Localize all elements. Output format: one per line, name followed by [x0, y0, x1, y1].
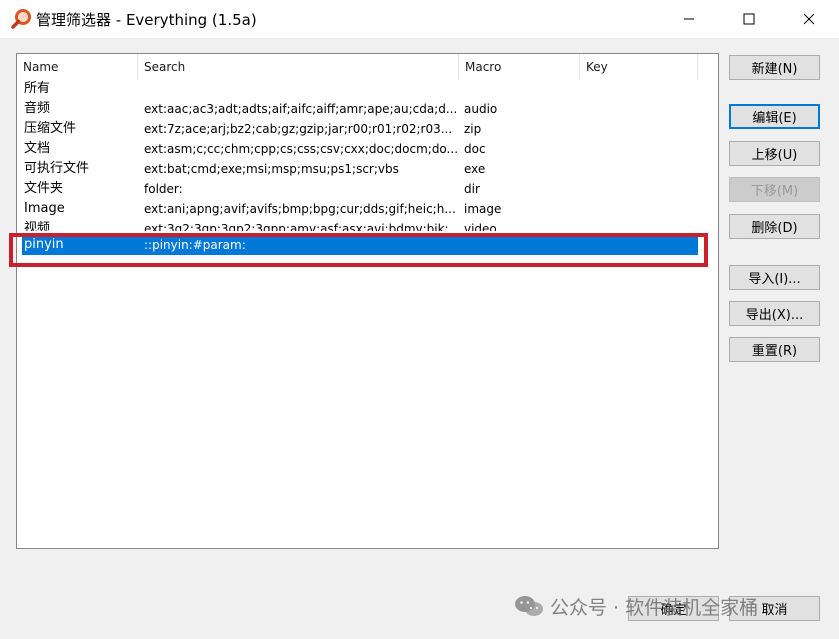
row-search: ext:ani;apng;avif;avifs;bmp;bpg;cur;dds;… — [144, 202, 456, 216]
list-item-selected[interactable]: pinyin ::pinyin:#param: — [22, 235, 698, 255]
row-name: pinyin — [24, 237, 64, 252]
row-name: 压缩文件 — [24, 121, 77, 136]
row-search: ext:7z;ace;arj;bz2;cab;gz;gzip;jar;r00;r… — [144, 122, 453, 136]
list-item[interactable]: 视频 ext:3g2;3gp;3gp2;3gpp;amv;asf;asx;avi… — [17, 219, 718, 231]
export-button[interactable]: 导出(X)... — [729, 301, 820, 326]
row-macro: zip — [464, 122, 482, 136]
row-name: 可执行文件 — [24, 161, 90, 176]
row-name: 视频 — [24, 221, 51, 231]
list-header: Name Search Macro Key — [17, 54, 718, 80]
maximize-icon — [743, 13, 755, 25]
maximize-button[interactable] — [726, 0, 772, 38]
delete-button[interactable]: 删除(D) — [729, 214, 820, 239]
column-header-key[interactable]: Key — [580, 54, 698, 80]
row-macro: audio — [464, 102, 498, 116]
column-header-search[interactable]: Search — [138, 54, 459, 80]
list-item[interactable]: 压缩文件 ext:7z;ace;arj;bz2;cab;gz;gzip;jar;… — [17, 119, 718, 139]
row-search: ext:asm;c;cc;chm;cpp;cs;css;csv;cxx;doc;… — [144, 142, 457, 156]
row-search: ext:bat;cmd;exe;msi;msp;msu;ps1;scr;vbs — [144, 162, 399, 176]
row-key — [579, 219, 697, 231]
list-item[interactable]: 文档 ext:asm;c;cc;chm;cpp;cs;css;csv;cxx;d… — [17, 139, 718, 159]
search-magnifier-icon — [11, 9, 31, 29]
row-name: 音频 — [24, 101, 51, 116]
row-search: ext:aac;ac3;adt;adts;aif;aifc;aiff;amr;a… — [144, 102, 457, 116]
window-title: 管理筛选器 - Everything (1.5a) — [36, 11, 257, 29]
row-key — [579, 79, 697, 99]
new-button[interactable]: 新建(N) — [729, 55, 820, 80]
title-bar: 管理筛选器 - Everything (1.5a) — [0, 0, 839, 38]
row-macro — [462, 235, 584, 255]
close-icon — [803, 13, 815, 25]
list-item[interactable]: 可执行文件 ext:bat;cmd;exe;msi;msp;msu;ps1;sc… — [17, 159, 718, 179]
row-key — [579, 159, 697, 179]
wechat-icon — [515, 596, 543, 616]
row-macro: image — [464, 202, 502, 216]
edit-button[interactable]: 编辑(E) — [729, 104, 820, 129]
move-up-button[interactable]: 上移(U) — [729, 141, 820, 166]
column-header-macro[interactable]: Macro — [459, 54, 580, 80]
watermark-text: 公众号 · 软件装机全家桶 — [550, 596, 759, 619]
row-key — [579, 179, 697, 199]
filter-rows: 所有 音频 ext:aac;ac3;adt;adts;aif;aifc;aiff… — [17, 79, 718, 255]
list-item[interactable]: 文件夹 folder: dir — [17, 179, 718, 199]
row-search: ext:3g2;3gp;3gp2;3gpp;amv;asf;asx;avi;bd… — [144, 222, 457, 231]
row-name: 文件夹 — [24, 181, 64, 196]
list-item[interactable]: Image ext:ani;apng;avif;avifs;bmp;bpg;cu… — [17, 199, 718, 219]
row-macro: doc — [464, 142, 486, 156]
row-key — [579, 119, 697, 139]
list-item[interactable]: 所有 — [17, 79, 718, 99]
row-key — [584, 235, 702, 255]
minimize-icon — [684, 18, 694, 20]
row-macro — [457, 79, 579, 99]
filter-manager-window: 管理筛选器 - Everything (1.5a) Name Search Ma… — [0, 0, 839, 639]
row-search — [137, 79, 457, 99]
row-name: Image — [24, 201, 65, 216]
import-button[interactable]: 导入(I)... — [729, 265, 820, 290]
row-key — [579, 199, 697, 219]
move-down-button[interactable]: 下移(M) — [729, 177, 820, 202]
watermark: 公众号 · 软件装机全家桶 — [514, 593, 758, 619]
row-search: folder: — [144, 182, 183, 196]
row-key — [579, 99, 697, 119]
list-item[interactable]: 音频 ext:aac;ac3;adt;adts;aif;aifc;aiff;am… — [17, 99, 718, 119]
row-macro: video — [464, 222, 497, 231]
minimize-button[interactable] — [666, 0, 712, 38]
reset-button[interactable]: 重置(R) — [729, 337, 820, 362]
row-search: ::pinyin:#param: — [144, 238, 246, 252]
row-macro: exe — [464, 162, 486, 176]
row-macro: dir — [464, 182, 480, 196]
filter-list[interactable]: Name Search Macro Key 所有 音频 ext:aac;ac3;… — [16, 53, 719, 549]
row-key — [579, 139, 697, 159]
row-name: 所有 — [24, 81, 51, 96]
row-name: 文档 — [24, 141, 51, 156]
close-button[interactable] — [786, 0, 832, 38]
column-header-name[interactable]: Name — [17, 54, 138, 80]
